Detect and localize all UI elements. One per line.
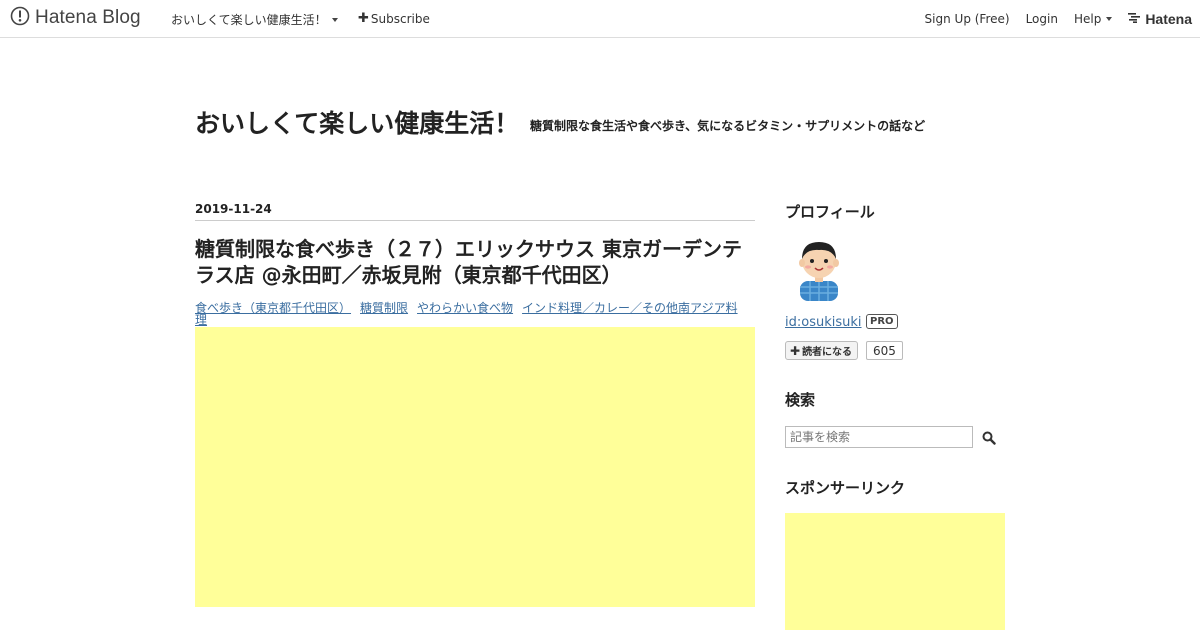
search-heading: 検索 [785,391,816,409]
hatena-blog-logo-icon [10,6,30,30]
subscribe-button[interactable]: ✚ 読者になる [785,341,859,360]
category-link[interactable]: やわらかい食べ物 [417,301,513,315]
subscribe-label: Subscribe [370,11,430,26]
profile-heading: プロフィール [785,203,875,221]
ad-placeholder-main[interactable] [195,327,755,607]
signup-link[interactable]: Sign Up (Free) [925,12,1010,26]
entry-title[interactable]: 糖質制限な食べ歩き（２７）エリックサウス 東京ガーデンテラス店 @永田町／赤坂見… [195,236,755,288]
search-input[interactable] [785,426,973,448]
subscriber-count[interactable]: 605 [866,341,903,360]
entry-date[interactable]: 2019-11-24 [195,202,755,221]
hatena-logo-icon [1128,12,1142,26]
hatena-blog-logo[interactable]: Hatena Blog [10,6,141,30]
hatena-link[interactable]: Hatena [1128,11,1192,27]
ad-placeholder-sidebar[interactable] [785,513,1005,630]
blog-description: 糖質制限な食生活や食べ歩き、気になるビタミン・サプリメントの話など [530,119,926,133]
chevron-down-icon [1106,17,1113,21]
login-link[interactable]: Login [1026,12,1058,26]
avatar-boy-icon[interactable] [794,237,844,301]
header-right-nav: Sign Up (Free) Login Help Hatena [909,11,1192,27]
search-icon[interactable] [982,430,996,445]
global-header: Hatena Blog おいしくて楽しい健康生活！ ✚ Subscribe Si… [0,0,1200,38]
plus-icon: ✚ [358,11,369,26]
help-label: Help [1073,12,1102,26]
plus-icon: ✚ [790,343,801,358]
brand-text: Hatena Blog [35,7,141,28]
subscribe-link[interactable]: ✚ Subscribe [358,11,430,26]
blog-title[interactable]: おいしくて楽しい健康生活！ [195,104,519,140]
help-menu[interactable]: Help [1073,12,1113,26]
subscribe-button-label: 読者になる [802,347,853,358]
category-link[interactable]: 糖質制限 [360,301,408,315]
hatena-label: Hatena [1145,11,1192,27]
profile-id-link[interactable]: id:osukisuki [785,315,862,330]
sponsor-heading: スポンサーリンク [785,479,906,497]
blog-name-menu[interactable]: おいしくて楽しい健康生活！ [171,11,338,28]
chevron-down-icon [331,17,338,22]
pro-badge: PRO [866,314,898,329]
entry-categories: 食べ歩き（東京都千代田区） 糖質制限 やわらかい食べ物 インド料理／カレー／その他南ア… [195,302,755,326]
blog-name-label: おいしくて楽しい健康生活！ [171,13,327,27]
category-link[interactable]: 食べ歩き（東京都千代田区） [195,301,351,315]
